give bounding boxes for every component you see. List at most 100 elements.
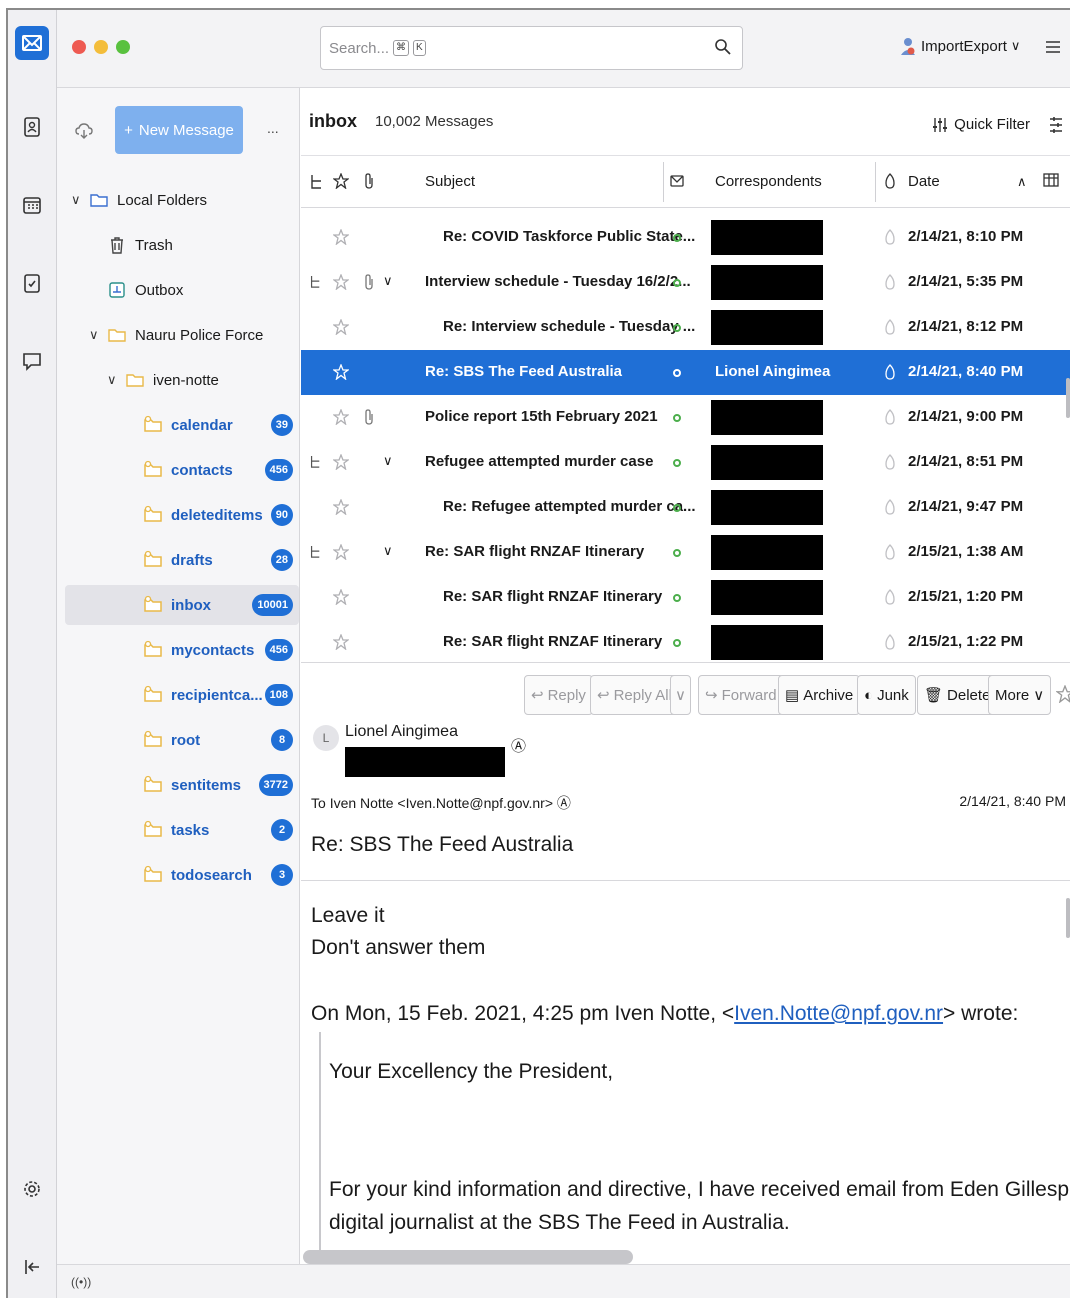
message-row[interactable]: Police report 15th February 2021 2/14/21,…	[301, 395, 1070, 440]
junk-icon[interactable]	[883, 544, 897, 560]
read-status-column-icon[interactable]	[669, 173, 685, 189]
online-status-icon[interactable]: ((•))	[71, 1275, 91, 1289]
reply-all-button[interactable]: ↩ Reply All	[590, 675, 679, 715]
new-message-button[interactable]: + New Message	[115, 106, 243, 154]
unread-dot-icon[interactable]	[673, 549, 681, 557]
chevron-down-icon[interactable]: ∨	[383, 453, 393, 469]
message-row[interactable]: ∨ Re: SAR flight RNZAF Itinerary 2/15/21, …	[301, 530, 1070, 575]
chevron-down-icon[interactable]: ∨	[383, 273, 393, 289]
star-icon[interactable]	[333, 364, 349, 380]
folder-calendar[interactable]: calendar 39	[57, 405, 299, 445]
more-button[interactable]: More ∨	[988, 675, 1052, 715]
attachment-column-icon[interactable]	[363, 172, 375, 190]
junk-column-icon[interactable]	[883, 173, 897, 189]
folder-contacts[interactable]: contacts 456	[57, 450, 299, 490]
folder-drafts[interactable]: drafts 28	[57, 540, 299, 580]
junk-icon[interactable]	[883, 454, 897, 470]
folder-account[interactable]: ∨ Nauru Police Force	[57, 315, 299, 355]
email-link[interactable]: Iven.Notte@npf.gov.nr	[734, 1002, 943, 1025]
message-row[interactable]: Re: COVID Taskforce Public State... 2/14/…	[301, 215, 1070, 260]
junk-icon[interactable]	[883, 364, 897, 380]
get-messages-icon[interactable]	[75, 122, 93, 140]
junk-icon[interactable]	[883, 499, 897, 515]
unread-dot-icon[interactable]	[673, 369, 681, 377]
search-input[interactable]: Search... ⌘ K	[320, 26, 743, 70]
subject-column-header[interactable]: Subject	[425, 173, 475, 190]
body-scrollbar[interactable]	[1066, 898, 1070, 938]
unread-dot-icon[interactable]	[673, 234, 681, 242]
list-scrollbar[interactable]	[1066, 378, 1070, 418]
junk-icon[interactable]	[883, 274, 897, 290]
message-row[interactable]: Re: Interview schedule - Tuesday ... 2/14…	[301, 305, 1070, 350]
message-row[interactable]: ∨ Refugee attempted murder case 2/14/21, 8…	[301, 440, 1070, 485]
forward-button[interactable]: ↪ Forward	[698, 675, 784, 715]
junk-icon[interactable]	[883, 634, 897, 650]
column-picker-icon[interactable]	[1043, 172, 1059, 188]
star-icon[interactable]	[1056, 685, 1070, 703]
tasks-button[interactable]	[15, 266, 49, 300]
calendar-button[interactable]	[15, 188, 49, 222]
star-icon[interactable]	[333, 454, 349, 470]
message-row[interactable]: ∨ Interview schedule - Tuesday 16/2/2... 2…	[301, 260, 1070, 305]
collapse-spaces-button[interactable]	[15, 1250, 49, 1284]
folder-recipientca[interactable]: recipientca... 108	[57, 675, 299, 715]
unread-dot-icon[interactable]	[673, 459, 681, 467]
zoom-window-button[interactable]	[116, 40, 130, 54]
recipient-card-icon[interactable]: Ⓐ	[557, 795, 571, 811]
mail-space-button[interactable]	[15, 26, 49, 60]
quick-filter-button[interactable]: Quick Filter	[932, 116, 1030, 133]
folder-deleteditems[interactable]: deleteditems 90	[57, 495, 299, 535]
chevron-down-icon[interactable]: ∨	[383, 543, 393, 559]
column-separator[interactable]	[663, 162, 664, 202]
reply-button[interactable]: ↩ Reply	[524, 675, 593, 715]
star-icon[interactable]	[333, 499, 349, 515]
folder-trash[interactable]: Trash	[57, 225, 299, 265]
unread-dot-icon[interactable]	[673, 414, 681, 422]
minimize-window-button[interactable]	[94, 40, 108, 54]
folder-pane-more-button[interactable]: ...	[267, 120, 279, 136]
star-icon[interactable]	[333, 274, 349, 290]
folder-outbox[interactable]: Outbox	[57, 270, 299, 310]
star-icon[interactable]	[333, 544, 349, 560]
app-menu-button[interactable]	[1044, 38, 1062, 56]
folder-tasks[interactable]: tasks 2	[57, 810, 299, 850]
thread-column-icon[interactable]	[309, 174, 323, 190]
account-menu[interactable]: ImportExport ∨	[899, 36, 1020, 56]
message-row[interactable]: Re: SAR flight RNZAF Itinerary 2/15/21, 1…	[301, 575, 1070, 620]
star-icon[interactable]	[333, 634, 349, 650]
folder-mycontacts[interactable]: mycontacts 456	[57, 630, 299, 670]
unread-dot-icon[interactable]	[673, 504, 681, 512]
folder-todosearch[interactable]: todosearch 3	[57, 855, 299, 895]
folder-mailbox[interactable]: ∨ iven-notte	[57, 360, 299, 400]
junk-icon[interactable]	[883, 409, 897, 425]
address-book-button[interactable]	[15, 110, 49, 144]
display-options-icon[interactable]	[1048, 116, 1064, 134]
close-window-button[interactable]	[72, 40, 86, 54]
junk-icon[interactable]	[883, 589, 897, 605]
unread-dot-icon[interactable]	[673, 594, 681, 602]
recipient-address[interactable]: Iven Notte <Iven.Notte@npf.gov.nr>	[330, 795, 553, 811]
star-column-icon[interactable]	[333, 173, 349, 189]
star-icon[interactable]	[333, 409, 349, 425]
archive-button[interactable]: ▤ Archive	[778, 675, 861, 715]
junk-button[interactable]: ◐ Junk	[857, 675, 916, 715]
folder-inbox[interactable]: inbox 10001	[65, 585, 299, 625]
star-icon[interactable]	[333, 319, 349, 335]
folder-local-folders[interactable]: ∨ Local Folders	[57, 180, 299, 220]
folder-root[interactable]: root 8	[57, 720, 299, 760]
star-icon[interactable]	[333, 589, 349, 605]
chat-button[interactable]	[15, 344, 49, 378]
settings-button[interactable]	[15, 1172, 49, 1206]
message-row[interactable]: Re: SAR flight RNZAF Itinerary 2/15/21, 1…	[301, 620, 1070, 660]
unread-dot-icon[interactable]	[673, 324, 681, 332]
date-column-header[interactable]: Date	[908, 173, 940, 190]
message-row[interactable]: Re: SBS The Feed Australia Lionel Aingime…	[301, 350, 1070, 395]
correspondents-column-header[interactable]: Correspondents	[715, 173, 822, 190]
junk-icon[interactable]	[883, 319, 897, 335]
reply-options-dropdown[interactable]: ∨	[670, 675, 691, 715]
unread-dot-icon[interactable]	[673, 639, 681, 647]
star-icon[interactable]	[333, 229, 349, 245]
delete-button[interactable]: 🗑 Delete	[917, 675, 998, 715]
column-separator[interactable]	[875, 162, 876, 202]
sender-card-icon[interactable]: Ⓐ	[511, 735, 526, 756]
